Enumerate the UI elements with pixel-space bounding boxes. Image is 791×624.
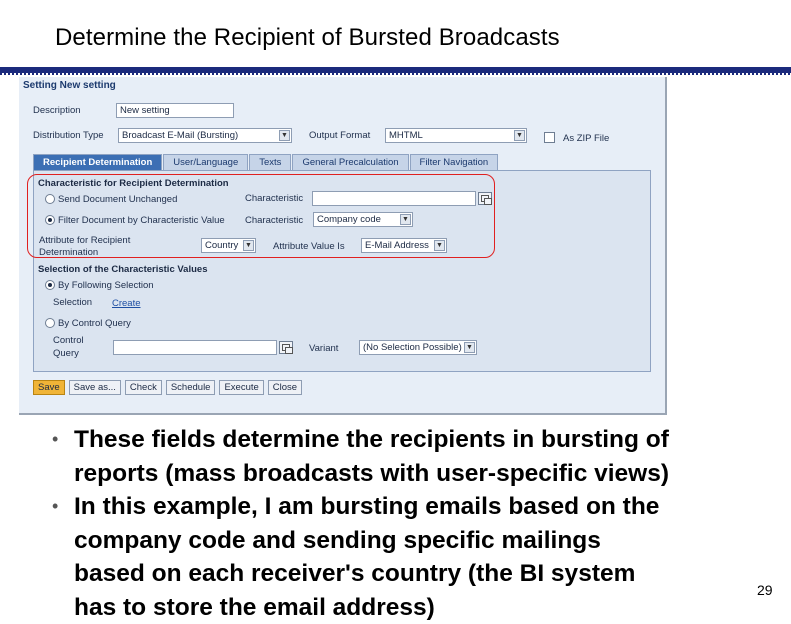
- output-format-label: Output Format: [309, 130, 370, 141]
- tab-user-language[interactable]: User/Language: [163, 154, 248, 170]
- value-help-icon[interactable]: [279, 341, 293, 354]
- selection-section-title: Selection of the Characteristic Values: [38, 264, 207, 275]
- slide-title: Determine the Recipient of Bursted Broad…: [55, 24, 560, 52]
- control-query-label-line1: Control: [53, 335, 84, 346]
- window-title: Setting New setting: [23, 80, 116, 91]
- save-button[interactable]: Save: [33, 380, 65, 395]
- tab-strip: Recipient Determination User/Language Te…: [33, 154, 499, 170]
- output-format-value: MHTML: [389, 130, 423, 141]
- check-button[interactable]: Check: [125, 380, 162, 395]
- selection-label: Selection: [53, 297, 92, 308]
- control-query-label-line2: Query: [53, 348, 79, 359]
- tab-general-precalculation[interactable]: General Precalculation: [292, 154, 408, 170]
- save-as-button[interactable]: Save as...: [69, 380, 121, 395]
- bullet-2-line-4: has to store the email address): [74, 591, 772, 624]
- sap-broadcast-settings-screenshot: Setting New setting Description New sett…: [19, 77, 667, 415]
- variant-select[interactable]: (No Selection Possible) ▼: [359, 340, 477, 355]
- chevron-down-icon[interactable]: ▼: [279, 130, 290, 141]
- description-input[interactable]: New setting: [116, 103, 234, 118]
- chevron-down-icon[interactable]: ▼: [464, 342, 475, 353]
- zip-file-label: As ZIP File: [563, 133, 609, 144]
- variant-value: (No Selection Possible): [363, 342, 462, 353]
- zip-file-checkbox[interactable]: [544, 132, 555, 143]
- variant-label: Variant: [309, 343, 338, 354]
- by-control-query-radio[interactable]: [45, 318, 55, 328]
- description-label: Description: [33, 105, 81, 116]
- tab-recipient-determination[interactable]: Recipient Determination: [33, 154, 162, 170]
- schedule-button[interactable]: Schedule: [166, 380, 216, 395]
- action-button-bar: Save Save as... Check Schedule Execute C…: [33, 380, 306, 395]
- execute-button[interactable]: Execute: [219, 380, 263, 395]
- bullet-item: • These fields determine the recipients …: [52, 423, 772, 490]
- bullet-dot-icon: •: [52, 423, 58, 457]
- output-format-select[interactable]: MHTML ▼: [385, 128, 527, 143]
- chevron-down-icon[interactable]: ▼: [514, 130, 525, 141]
- bullet-1-line-1: These fields determine the recipients in…: [74, 423, 772, 457]
- by-following-selection-label: By Following Selection: [58, 280, 154, 291]
- page-number: 29: [757, 582, 773, 598]
- by-control-query-label: By Control Query: [58, 318, 131, 329]
- close-button[interactable]: Close: [268, 380, 302, 395]
- bullet-item: • In this example, I am bursting emails …: [52, 490, 772, 624]
- title-divider-pattern: [0, 73, 791, 75]
- bullet-dot-icon: •: [52, 490, 58, 524]
- bullet-2-line-1: In this example, I am bursting emails ba…: [74, 490, 772, 524]
- distribution-type-value: Broadcast E-Mail (Bursting): [122, 130, 238, 141]
- bullet-2-line-3: based on each receiver's country (the BI…: [74, 557, 772, 591]
- bullet-2-line-2: company code and sending specific mailin…: [74, 524, 772, 558]
- create-selection-link[interactable]: Create: [112, 298, 141, 309]
- tab-texts[interactable]: Texts: [249, 154, 291, 170]
- bullet-list: • These fields determine the recipients …: [52, 423, 772, 624]
- distribution-type-label: Distribution Type: [33, 130, 104, 141]
- tab-filter-navigation[interactable]: Filter Navigation: [410, 154, 499, 170]
- recipient-highlight-outline: [27, 174, 495, 258]
- control-query-input[interactable]: [113, 340, 277, 355]
- by-following-selection-radio[interactable]: [45, 280, 55, 290]
- bullet-1-line-2: reports (mass broadcasts with user-speci…: [74, 457, 772, 491]
- distribution-type-select[interactable]: Broadcast E-Mail (Bursting) ▼: [118, 128, 292, 143]
